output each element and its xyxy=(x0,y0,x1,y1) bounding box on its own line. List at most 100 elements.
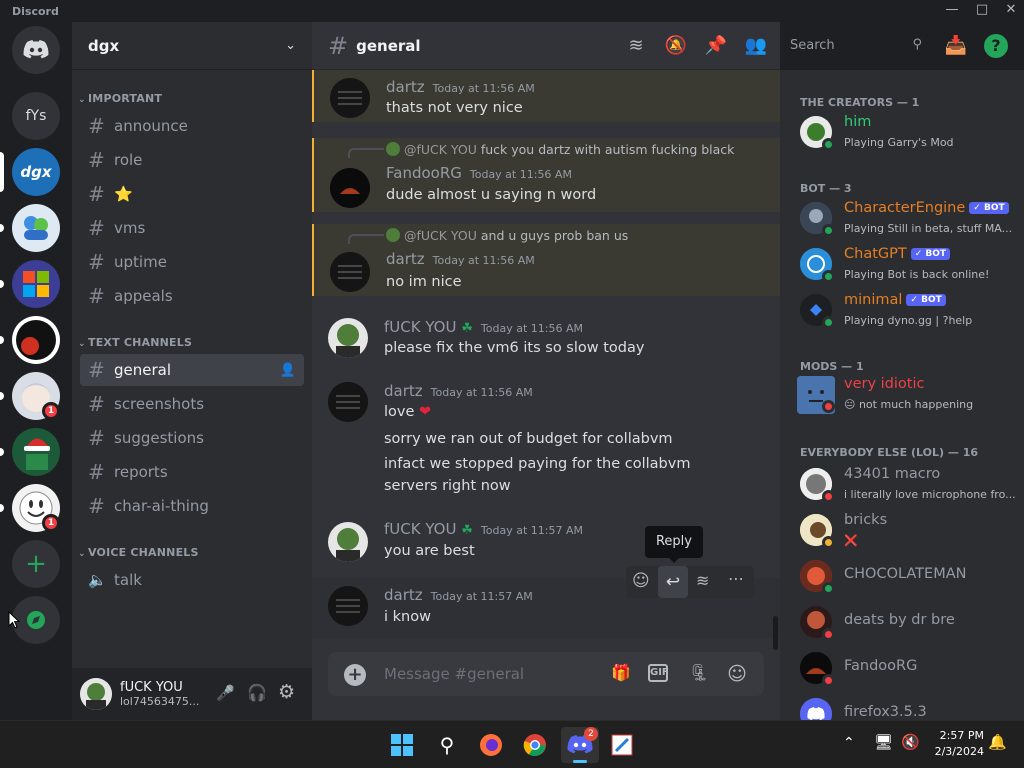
avatar xyxy=(800,698,832,720)
reply-preview[interactable]: @fUCK YOU and u guys prob ban us xyxy=(386,228,628,243)
search-input[interactable]: Search ⚲ xyxy=(784,34,928,58)
discord-taskbar-button[interactable]: 2 xyxy=(561,727,599,763)
search-icon[interactable]: ⚲ xyxy=(431,729,463,761)
category-important[interactable]: ⌄ IMPORTANT xyxy=(78,92,162,105)
channel-announce[interactable]: # announce xyxy=(80,110,304,142)
avatar xyxy=(386,142,400,156)
gif-icon[interactable]: GIF xyxy=(648,664,669,682)
category-voice[interactable]: ⌄ VOICE CHANNELS xyxy=(78,546,199,559)
channel-role[interactable]: # role xyxy=(80,144,304,176)
close-button[interactable]: ✕ xyxy=(1001,2,1021,20)
member-item[interactable]: deats by dr bre xyxy=(800,606,1020,648)
member-item[interactable]: minimal ✓ BOT Playing dyno.gg | ?help xyxy=(800,292,1020,336)
channel-star[interactable]: # ⭐ xyxy=(80,178,304,210)
sticker-icon[interactable]: 🗜 xyxy=(688,663,710,685)
snipping-tool-button[interactable] xyxy=(606,729,638,761)
gear-icon[interactable]: ⚙ xyxy=(278,681,295,703)
reply-tooltip: Reply xyxy=(645,526,703,563)
firefox-taskbar-button[interactable] xyxy=(475,729,507,761)
dnd-status-icon xyxy=(822,490,835,503)
composer-placeholder[interactable]: Message #general xyxy=(384,665,524,683)
network-icon[interactable]: 🖥 xyxy=(874,733,893,751)
member-item[interactable]: very idiotic 😐 not much happening xyxy=(797,376,1020,420)
message[interactable]: @fUCK YOU fuck you dartz with autism fuc… xyxy=(312,138,780,212)
message[interactable]: @fUCK YOU and u guys prob ban us dartz To… xyxy=(312,224,780,296)
thread-icon[interactable]: ≋ xyxy=(696,571,709,590)
author-name[interactable]: FandooRG xyxy=(386,164,462,182)
message[interactable]: dartz Today at 11:56 AM love ❤ sorry we r… xyxy=(312,376,780,506)
channel-uptime[interactable]: # uptime xyxy=(80,246,304,278)
help-icon[interactable]: ? xyxy=(984,34,1008,58)
message-text: i know xyxy=(384,609,431,625)
maximize-button[interactable]: □ xyxy=(972,2,992,20)
member-item[interactable]: bricks ❌ xyxy=(800,512,1020,556)
chevron-up-icon[interactable]: ⌃ xyxy=(843,735,855,751)
minimize-button[interactable]: — xyxy=(942,2,962,20)
member-item[interactable]: ChatGPT ✓ BOT Playing Bot is back online! xyxy=(800,246,1020,290)
inbox-icon[interactable]: 📥 xyxy=(944,34,968,58)
message[interactable]: fUCK YOU ☘ Today at 11:57 AM you are best xyxy=(312,514,780,574)
channel-char-ai-thing[interactable]: # char-ai-thing xyxy=(80,490,304,522)
add-attachment-button[interactable]: + xyxy=(344,664,366,686)
window-title: Discord xyxy=(12,5,59,18)
chrome-taskbar-button[interactable] xyxy=(519,729,551,761)
channel-reports[interactable]: # reports xyxy=(80,456,304,488)
member-item[interactable]: him Playing Garry's Mod xyxy=(800,114,1020,158)
avatar[interactable] xyxy=(80,678,112,710)
member-item[interactable]: CharacterEngine ✓ BOT Playing Still in be… xyxy=(800,200,1020,244)
member-item[interactable]: 43401 macro i literally love microphone … xyxy=(800,466,1020,510)
member-item[interactable]: FandooRG xyxy=(800,652,1020,694)
server-fys[interactable]: fYs xyxy=(12,92,60,140)
channel-talk[interactable]: 🔈 talk xyxy=(80,564,304,596)
reply-icon[interactable]: ↩ xyxy=(658,566,688,598)
start-button[interactable] xyxy=(386,729,418,761)
scrollbar-thumb[interactable] xyxy=(773,616,778,650)
server-christmas[interactable] xyxy=(12,428,60,476)
member-activity: i literally love microphone fro... xyxy=(844,488,1016,501)
threads-icon[interactable]: ≋ xyxy=(624,34,648,58)
author-name[interactable]: dartz xyxy=(386,78,425,96)
more-icon[interactable]: ⋯ xyxy=(728,569,744,588)
message[interactable]: dartz Today at 11:56 AM thats not very ni… xyxy=(312,70,780,122)
category-text[interactable]: ⌄ TEXT CHANNELS xyxy=(78,336,192,349)
message[interactable]: fUCK YOU ☘ Today at 11:56 AM please fix t… xyxy=(312,310,780,366)
headphones-icon[interactable]: 🎧 xyxy=(247,683,267,702)
server-windows[interactable] xyxy=(12,260,60,308)
member-item[interactable]: firefox3.5.3 xyxy=(800,698,1020,720)
notification-bell-icon[interactable]: 🔔 xyxy=(988,733,1007,751)
server-dgx[interactable]: dgx xyxy=(12,148,60,196)
author-name[interactable]: dartz xyxy=(386,250,425,268)
message-composer[interactable]: + Message #general 🎁 GIF 🗜 ☺ xyxy=(328,652,764,696)
author-name[interactable]: fUCK YOU xyxy=(384,318,456,336)
channel-screenshots[interactable]: # screenshots xyxy=(80,388,304,420)
server-msn[interactable] xyxy=(12,204,60,252)
gift-icon[interactable]: 🎁 xyxy=(610,663,632,685)
add-server-button[interactable]: + xyxy=(12,540,60,588)
guild-header[interactable]: dgx ⌄ xyxy=(72,22,312,70)
channel-vms[interactable]: # vms xyxy=(80,212,304,244)
volume-muted-icon[interactable]: 🔇 xyxy=(901,733,920,751)
author-name[interactable]: fUCK YOU xyxy=(384,520,456,538)
microphone-icon[interactable]: 🎤 xyxy=(216,684,235,702)
home-button[interactable] xyxy=(12,26,60,74)
reply-preview[interactable]: @fUCK YOU fuck you dartz with autism fuc… xyxy=(386,142,734,157)
add-member-icon[interactable]: 👤 xyxy=(280,363,296,378)
author-name[interactable]: dartz xyxy=(384,586,423,604)
mute-bell-icon[interactable]: 🔕 xyxy=(664,34,688,58)
avatar xyxy=(328,522,368,562)
channel-label: suggestions xyxy=(114,429,204,447)
member-item[interactable]: CHOCOLATEMAN xyxy=(800,560,1020,602)
heart-emoji: ❤ xyxy=(419,404,432,420)
user-info[interactable]: fUCK YOU lol74563475... xyxy=(120,680,220,708)
server-red-black[interactable] xyxy=(12,316,60,364)
pin-icon[interactable]: 📌 xyxy=(704,34,728,58)
channel-general[interactable]: # general 👤 xyxy=(80,354,304,386)
add-reaction-icon[interactable]: ☺ xyxy=(632,571,650,591)
unread-badge: 1 xyxy=(42,514,60,532)
channel-suggestions[interactable]: # suggestions xyxy=(80,422,304,454)
author-name[interactable]: dartz xyxy=(384,382,423,400)
emoji-icon[interactable]: ☺ xyxy=(726,663,748,685)
clock[interactable]: 2:57 PM 2/3/2024 xyxy=(928,728,984,760)
member-list-icon[interactable]: 👥 xyxy=(744,34,768,58)
channel-appeals[interactable]: # appeals xyxy=(80,280,304,312)
